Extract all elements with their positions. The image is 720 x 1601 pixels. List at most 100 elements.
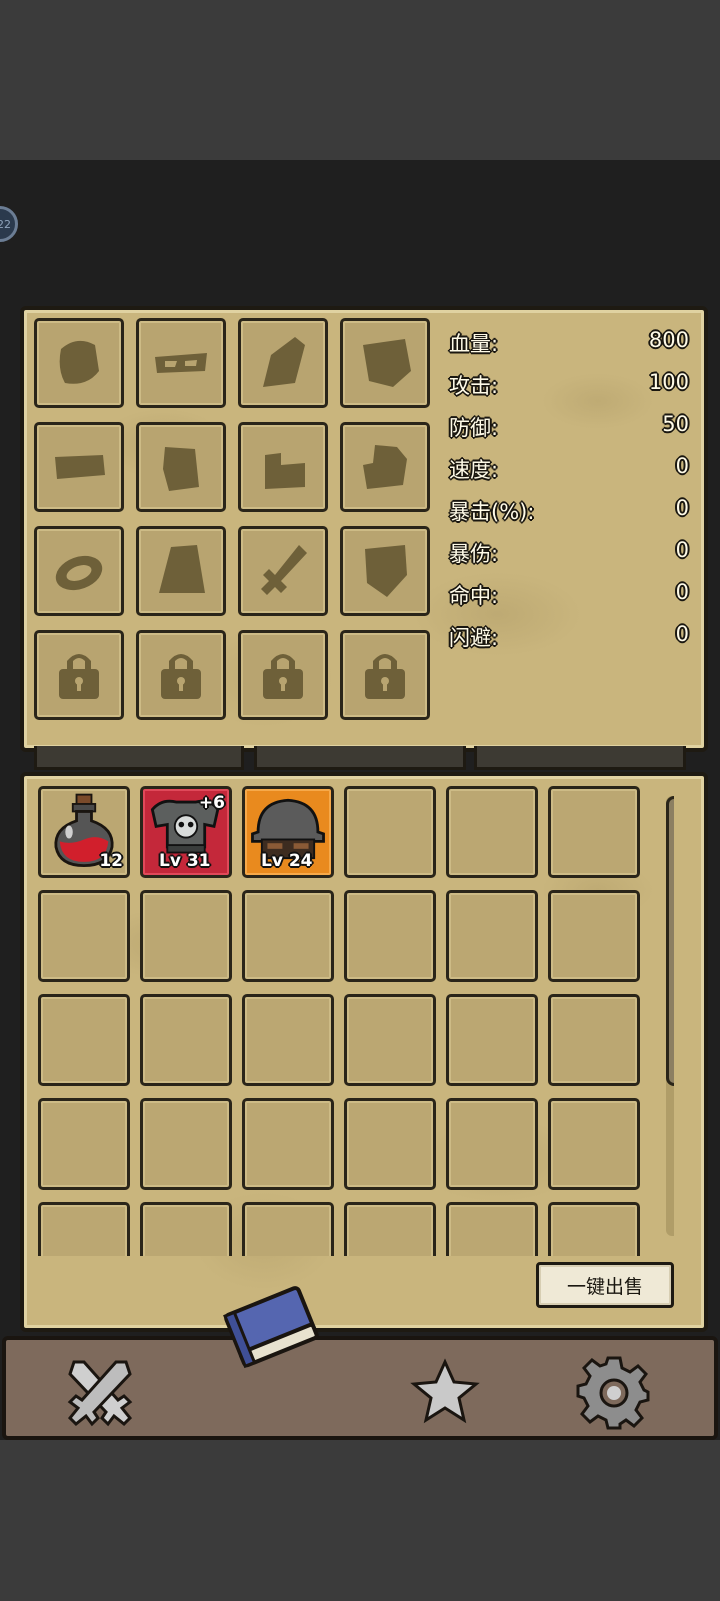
- inventory-panel: 12 +6 Lv 31 Lv 24: [20, 772, 708, 1332]
- helmet-slot-icon: [59, 340, 99, 384]
- pants-slot[interactable]: [136, 526, 226, 616]
- shield-slot-icon: [365, 545, 407, 597]
- cape-slot-icon: [263, 337, 305, 387]
- inventory-slot-empty[interactable]: [38, 994, 130, 1086]
- stat-value: 800: [648, 328, 689, 352]
- helmet-slot[interactable]: [34, 318, 124, 408]
- ring-slot[interactable]: [34, 526, 124, 616]
- nav-backpack[interactable]: [218, 1278, 322, 1374]
- stat-label: 血量:: [449, 332, 499, 356]
- inventory-slot-empty[interactable]: [446, 890, 538, 982]
- locked-slot: [34, 630, 124, 720]
- lock-icon: [161, 654, 201, 699]
- inventory-slot-empty[interactable]: [344, 1098, 436, 1190]
- stat-hp: 血量: 800: [449, 326, 689, 368]
- sell-all-button[interactable]: 一键出售: [536, 1262, 674, 1308]
- inventory-slot-empty[interactable]: [140, 1202, 232, 1256]
- inventory-slot-empty[interactable]: [38, 1202, 130, 1256]
- stat-value: 0: [675, 538, 689, 562]
- inventory-slot-empty[interactable]: [548, 786, 640, 878]
- inventory-slot-empty[interactable]: [446, 994, 538, 1086]
- inventory-slot-empty[interactable]: [140, 994, 232, 1086]
- sword-slot[interactable]: [238, 526, 328, 616]
- inventory-slot-empty[interactable]: [242, 994, 334, 1086]
- ring-slot-icon: [55, 555, 103, 591]
- inventory-slot-empty[interactable]: [38, 890, 130, 982]
- cape-slot[interactable]: [238, 318, 328, 408]
- inventory-grid[interactable]: 12 +6 Lv 31 Lv 24: [34, 786, 674, 1256]
- sword-slot-icon: [261, 545, 307, 595]
- item-level: Lv 31: [159, 851, 211, 871]
- chest-slot-icon: [163, 447, 199, 491]
- bottom-system-area: [0, 1440, 720, 1601]
- lock-icon: [365, 654, 405, 699]
- inventory-slot-empty[interactable]: [242, 1202, 334, 1256]
- nav-favorites[interactable]: [410, 1358, 480, 1426]
- stat-value: 0: [675, 496, 689, 520]
- nav-settings[interactable]: [576, 1354, 652, 1430]
- stat-value: 0: [675, 454, 689, 478]
- inventory-slot-empty[interactable]: [344, 890, 436, 982]
- belt-slot[interactable]: [34, 422, 124, 512]
- stat-speed: 速度: 0: [449, 452, 689, 494]
- inventory-slot-empty[interactable]: [548, 1098, 640, 1190]
- star-icon: [410, 1358, 480, 1424]
- equipment-panel: 血量: 800 攻击: 100 防御: 50 速度: 0 暴击(%): 0 暴伤…: [20, 306, 708, 752]
- stat-label: 命中:: [449, 584, 499, 608]
- inventory-slot-empty[interactable]: [140, 1098, 232, 1190]
- inventory-slot-empty[interactable]: [344, 786, 436, 878]
- enhance-level: +6: [198, 793, 225, 813]
- lock-icon: [59, 654, 99, 699]
- inventory-slot-empty[interactable]: [446, 1098, 538, 1190]
- stat-crit-damage: 暴伤: 0: [449, 536, 689, 578]
- inventory-slot-empty[interactable]: [548, 1202, 640, 1256]
- shield-slot[interactable]: [340, 526, 430, 616]
- stat-label: 攻击:: [449, 374, 499, 398]
- gloves-slot[interactable]: [340, 422, 430, 512]
- item-count: 12: [99, 851, 123, 871]
- inventory-slot-empty[interactable]: [242, 1098, 334, 1190]
- stat-dodge: 闪避: 0: [449, 620, 689, 662]
- shoulder-slot[interactable]: [340, 318, 430, 408]
- inventory-slot-empty[interactable]: [140, 890, 232, 982]
- status-bar-area: [0, 0, 720, 160]
- inventory-slot-empty[interactable]: [242, 890, 334, 982]
- stat-value: 0: [675, 580, 689, 604]
- inventory-slot-helmet[interactable]: Lv 24: [242, 786, 334, 878]
- pants-slot-icon: [159, 545, 205, 593]
- inventory-slot-empty[interactable]: [344, 1202, 436, 1256]
- inventory-slot-empty[interactable]: [548, 890, 640, 982]
- inventory-slot-empty[interactable]: [548, 994, 640, 1086]
- book-icon: [223, 1286, 319, 1369]
- inventory-slot-potion[interactable]: 12: [38, 786, 130, 878]
- mask-slot[interactable]: [136, 318, 226, 408]
- item-level: Lv 24: [261, 851, 313, 871]
- inventory-slot-empty[interactable]: [344, 994, 436, 1086]
- inventory-slot-empty[interactable]: [446, 1202, 538, 1256]
- nav-battle[interactable]: [60, 1356, 140, 1428]
- divider-strip: [474, 746, 686, 770]
- bottom-nav: [2, 1286, 718, 1440]
- stat-label: 闪避:: [449, 626, 499, 650]
- locked-slot: [340, 630, 430, 720]
- inventory-slot-armor[interactable]: +6 Lv 31: [140, 786, 232, 878]
- divider-strip: [34, 746, 244, 770]
- gear-icon: [576, 1356, 650, 1430]
- inventory-slot-empty[interactable]: [446, 786, 538, 878]
- boots-slot-icon: [265, 453, 305, 489]
- shoulder-slot-icon: [363, 339, 411, 387]
- stat-defense: 防御: 50: [449, 410, 689, 452]
- stat-value: 0: [675, 622, 689, 646]
- belt-slot-icon: [55, 455, 105, 479]
- stat-accuracy: 命中: 0: [449, 578, 689, 620]
- crossed-swords-icon: [67, 1360, 133, 1427]
- chest-slot[interactable]: [136, 422, 226, 512]
- stat-label: 防御:: [449, 416, 499, 440]
- boots-slot[interactable]: [238, 422, 328, 512]
- stat-label: 暴击(%):: [449, 500, 535, 524]
- scrollbar-thumb[interactable]: [666, 796, 674, 1086]
- gloves-slot-icon: [363, 445, 407, 489]
- stat-value: 50: [662, 412, 689, 436]
- stat-label: 速度:: [449, 458, 499, 482]
- inventory-slot-empty[interactable]: [38, 1098, 130, 1190]
